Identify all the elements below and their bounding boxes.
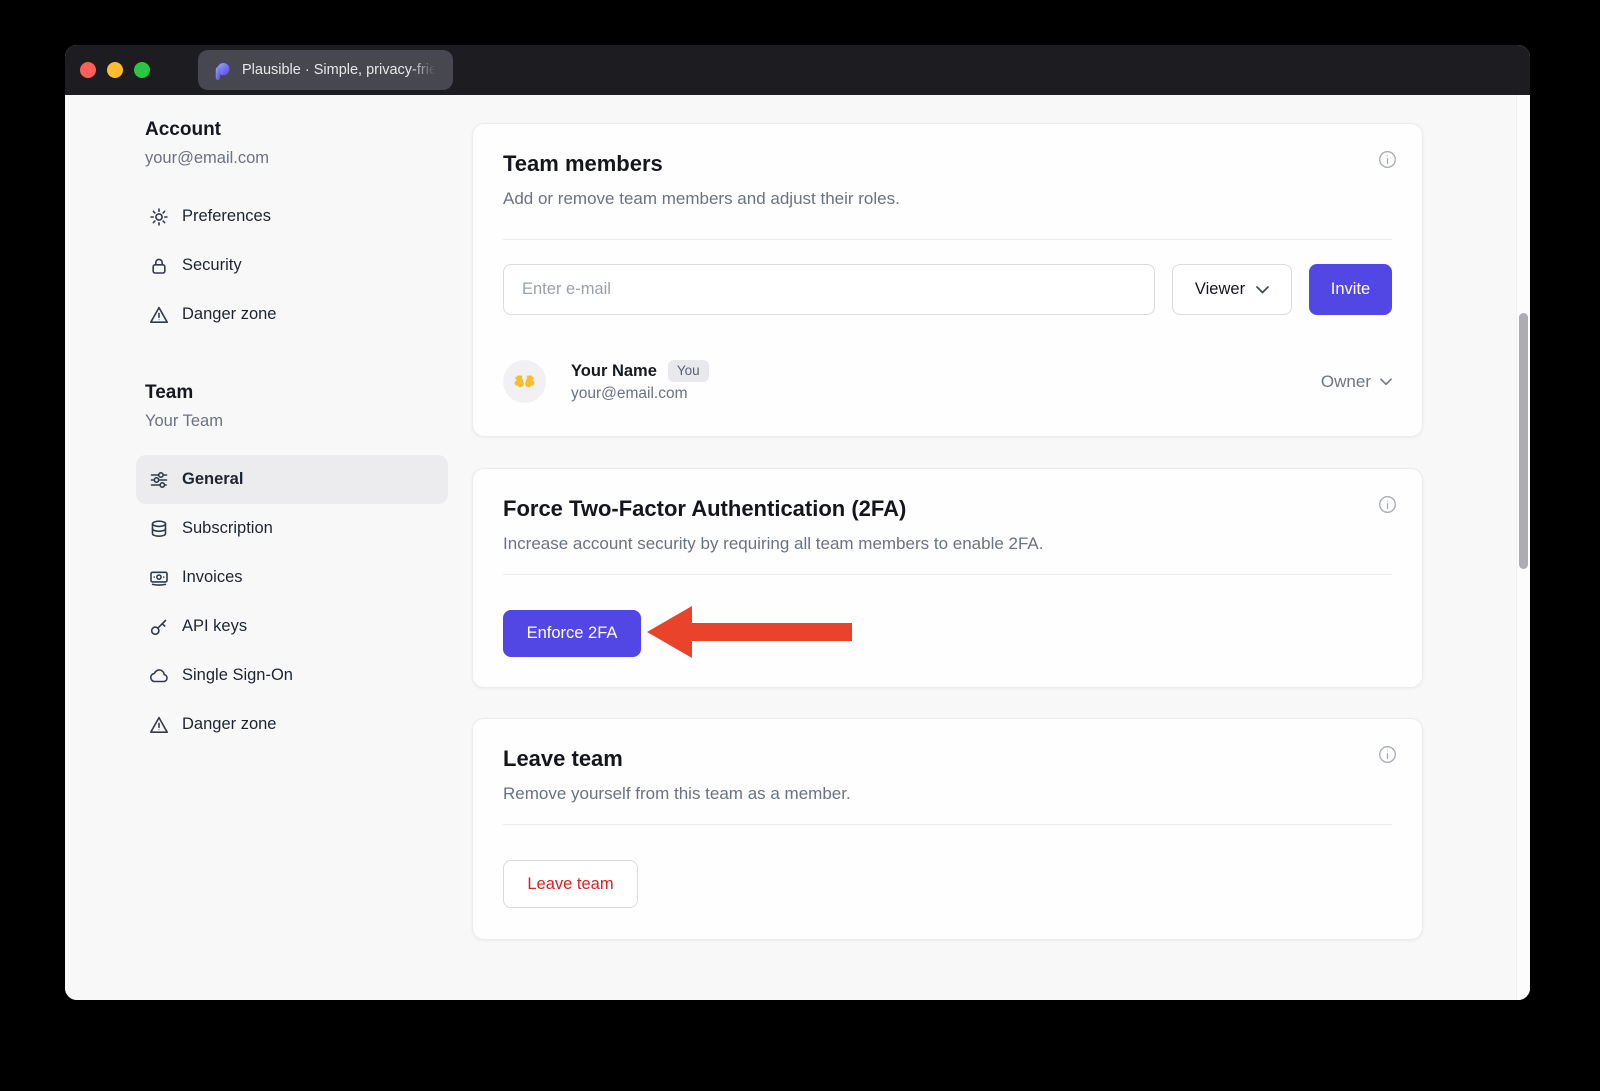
member-row: Your Name You your@email.com Owner — [503, 360, 1392, 403]
avatar — [503, 360, 546, 403]
sidebar-item-label: Invoices — [182, 568, 243, 587]
sidebar-item-preferences[interactable]: Preferences — [136, 192, 448, 241]
info-icon[interactable] — [1378, 150, 1397, 169]
sidebar-item-api-keys[interactable]: API keys — [136, 602, 448, 651]
browser-window: Plausible · Simple, privacy-friend Accou… — [65, 45, 1530, 1000]
warning-icon — [148, 304, 170, 326]
traffic-lights — [80, 62, 150, 78]
sidebar-item-label: API keys — [182, 617, 247, 636]
card-subtitle: Add or remove team members and adjust th… — [503, 189, 1392, 209]
team-section-title: Team — [145, 382, 193, 404]
member-role-value: Owner — [1321, 372, 1371, 392]
sidebar-item-single-sign-on[interactable]: Single Sign-On — [136, 651, 448, 700]
sidebar-item-subscription[interactable]: Subscription — [136, 504, 448, 553]
team-name: Your Team — [145, 412, 223, 431]
gear-icon — [148, 206, 170, 228]
team-members-card: Team members Add or remove team members … — [472, 123, 1423, 437]
chevron-down-icon — [1256, 286, 1269, 294]
account-email: your@email.com — [145, 149, 269, 168]
sidebar-item-label: Preferences — [182, 207, 271, 226]
member-email: your@email.com — [571, 385, 709, 403]
invite-form: Viewer Invite — [503, 264, 1392, 315]
account-section-title: Account — [145, 119, 221, 141]
browser-tab[interactable]: Plausible · Simple, privacy-friend — [198, 50, 453, 90]
sidebar-item-danger-zone-team[interactable]: Danger zone — [136, 700, 448, 749]
cloud-icon — [148, 665, 170, 687]
chevron-down-icon — [1380, 378, 1392, 386]
scrollbar-track[interactable] — [1516, 95, 1530, 1000]
tab-title: Plausible · Simple, privacy-friend — [242, 61, 440, 79]
leave-team-button[interactable]: Leave team — [503, 860, 638, 908]
warning-icon — [148, 714, 170, 736]
leave-team-card: Leave team Remove yourself from this tea… — [472, 718, 1423, 940]
card-title: Leave team — [503, 746, 1392, 772]
sidebar-item-label: Danger zone — [182, 305, 276, 324]
zoom-window-button[interactable] — [134, 62, 150, 78]
divider — [503, 239, 1392, 240]
page-content: Account your@email.com Preferences Secur… — [65, 95, 1530, 1000]
enforce-2fa-button[interactable]: Enforce 2FA — [503, 610, 641, 657]
open-hands-icon — [511, 368, 538, 395]
member-role-dropdown[interactable]: Owner — [1321, 372, 1392, 392]
scrollbar-thumb[interactable] — [1519, 313, 1528, 569]
minimize-window-button[interactable] — [107, 62, 123, 78]
member-info: Your Name You your@email.com — [571, 360, 709, 403]
card-title: Team members — [503, 151, 1392, 177]
sidebar-item-invoices[interactable]: Invoices — [136, 553, 448, 602]
invite-email-input[interactable] — [503, 264, 1155, 315]
plausible-logo-icon — [211, 60, 232, 81]
member-name: Your Name — [571, 361, 657, 381]
sidebar-item-label: General — [182, 470, 243, 489]
lock-icon — [148, 255, 170, 277]
team-nav: General Subscription Invoices — [136, 455, 448, 749]
invite-button[interactable]: Invite — [1309, 264, 1392, 315]
key-icon — [148, 616, 170, 638]
tab-title-fade — [410, 61, 440, 79]
role-select-value: Viewer — [1195, 280, 1245, 299]
card-subtitle: Remove yourself from this team as a memb… — [503, 784, 1392, 804]
card-title: Force Two-Factor Authentication (2FA) — [503, 496, 1392, 522]
sidebar-item-label: Single Sign-On — [182, 666, 293, 685]
sidebar-item-label: Danger zone — [182, 715, 276, 734]
sidebar-item-label: Subscription — [182, 519, 273, 538]
you-badge: You — [668, 360, 709, 382]
force-2fa-card: Force Two-Factor Authentication (2FA) In… — [472, 468, 1423, 688]
role-select[interactable]: Viewer — [1172, 264, 1292, 315]
adjustments-icon — [148, 469, 170, 491]
account-nav: Preferences Security Danger zone — [136, 192, 448, 339]
sidebar-item-general[interactable]: General — [136, 455, 448, 504]
stack-icon — [148, 518, 170, 540]
banknote-icon — [148, 567, 170, 589]
window-titlebar: Plausible · Simple, privacy-friend — [65, 45, 1530, 95]
info-icon[interactable] — [1378, 495, 1397, 514]
sidebar-item-security[interactable]: Security — [136, 241, 448, 290]
info-icon[interactable] — [1378, 745, 1397, 764]
divider — [503, 824, 1392, 825]
sidebar-item-label: Security — [182, 256, 242, 275]
close-window-button[interactable] — [80, 62, 96, 78]
card-subtitle: Increase account security by requiring a… — [503, 534, 1392, 554]
divider — [503, 574, 1392, 575]
sidebar-item-danger-zone-account[interactable]: Danger zone — [136, 290, 448, 339]
